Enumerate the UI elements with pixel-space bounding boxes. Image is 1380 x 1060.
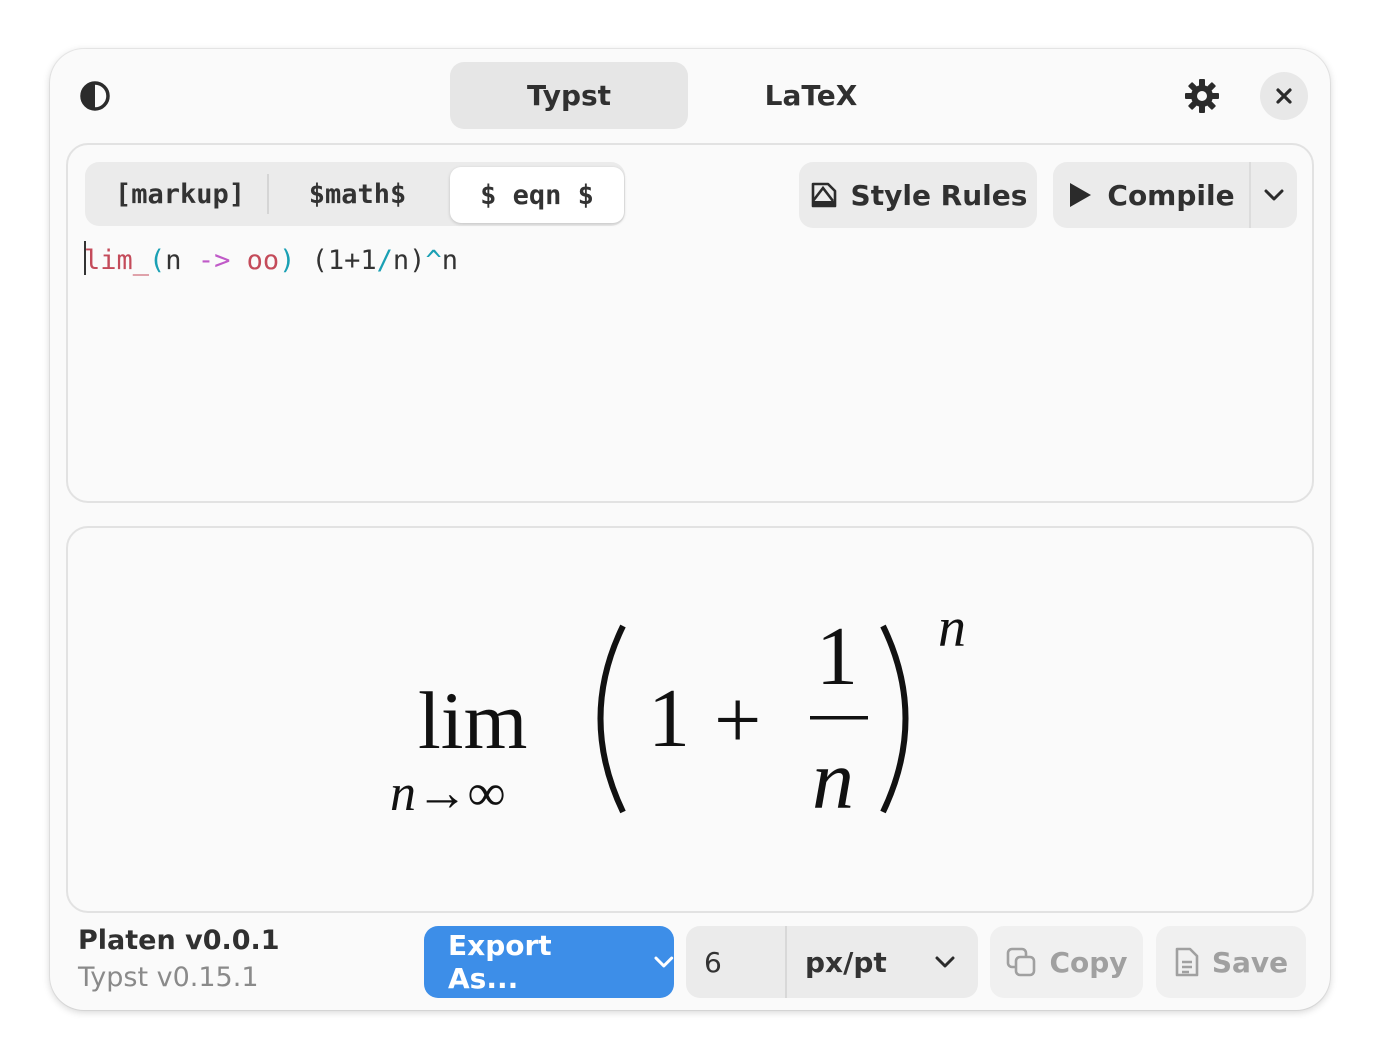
formula-denominator: n [812,734,854,827]
code-token: (1+1 [295,245,377,276]
app-name: Platen v0.0.1 [78,925,280,956]
gear-icon[interactable] [1184,78,1220,114]
chevron-down-icon [935,956,955,968]
mode-markup[interactable]: [markup] [95,162,265,226]
engine-version: Typst v0.15.1 [78,962,259,993]
formula-left-paren [597,624,626,814]
style-rules-icon [811,182,836,208]
editor-panel: [markup] $math$ $ eqn $ Style Rules Comp… [66,143,1314,503]
formula-numerator: 1 [816,610,858,703]
code-token: lim_ [84,245,150,276]
tab-typst[interactable]: Typst [450,62,688,129]
mode-divider [267,174,269,214]
save-label: Save [1211,945,1289,979]
unit-select[interactable]: px/pt [787,926,978,998]
formula-lim: lim [418,675,527,766]
formula-right-paren [880,624,909,814]
unit-label: px/pt [805,945,887,979]
compile-options-button[interactable] [1251,162,1297,228]
code-token: ( [149,245,166,276]
chevron-down-icon [1264,189,1284,201]
preview-panel: lim n→∞ 1 + 1 n n [66,526,1314,913]
app-window: Typst LaTeX [markup] $math$ $ eqn $ Styl… [50,49,1330,1010]
contrast-icon[interactable] [79,80,111,112]
scale-input[interactable] [686,926,785,998]
code-token: -> [197,245,231,276]
code-token: n [441,245,458,276]
formula-plus: + [714,674,761,767]
formula-exponent: n [938,598,966,659]
rendered-formula: lim n→∞ 1 + 1 n n [390,598,966,827]
close-button[interactable] [1260,72,1308,120]
copy-label: Copy [1049,945,1128,979]
tab-latex[interactable]: LaTeX [692,62,930,129]
close-icon [1276,88,1292,104]
copy-button[interactable]: Copy [990,926,1143,998]
mode-switch: [markup] $math$ $ eqn $ [85,162,625,226]
formula-fraction-bar [810,716,868,720]
formula-subscript: n→∞ [390,765,505,822]
style-rules-label: Style Rules [850,178,1028,212]
mode-eqn[interactable]: $ eqn $ [450,167,624,223]
mode-math[interactable]: $math$ [275,162,440,226]
chevron-down-icon [654,956,674,968]
document-save-icon [1175,947,1199,977]
code-token: n) [392,245,426,276]
formula-one: 1 [648,672,690,765]
code-editor[interactable]: lim_(n -> oo) (1+1/n)^n [84,241,458,276]
style-rules-button[interactable]: Style Rules [799,162,1037,228]
export-as-button[interactable]: Export As... [424,926,674,998]
code-token: ^ [425,245,442,276]
code-token: / [376,245,393,276]
play-icon [1070,183,1092,207]
compile-label: Compile [1107,178,1235,212]
export-label: Export As... [448,929,552,995]
scale-control: px/pt [686,926,978,998]
compile-button[interactable]: Compile [1053,162,1249,228]
code-token: ) [279,245,296,276]
code-token: n [165,245,198,276]
compile-split-button: Compile [1053,162,1297,228]
code-token: oo [246,245,280,276]
copy-icon [1007,947,1036,977]
save-button[interactable]: Save [1156,926,1306,998]
